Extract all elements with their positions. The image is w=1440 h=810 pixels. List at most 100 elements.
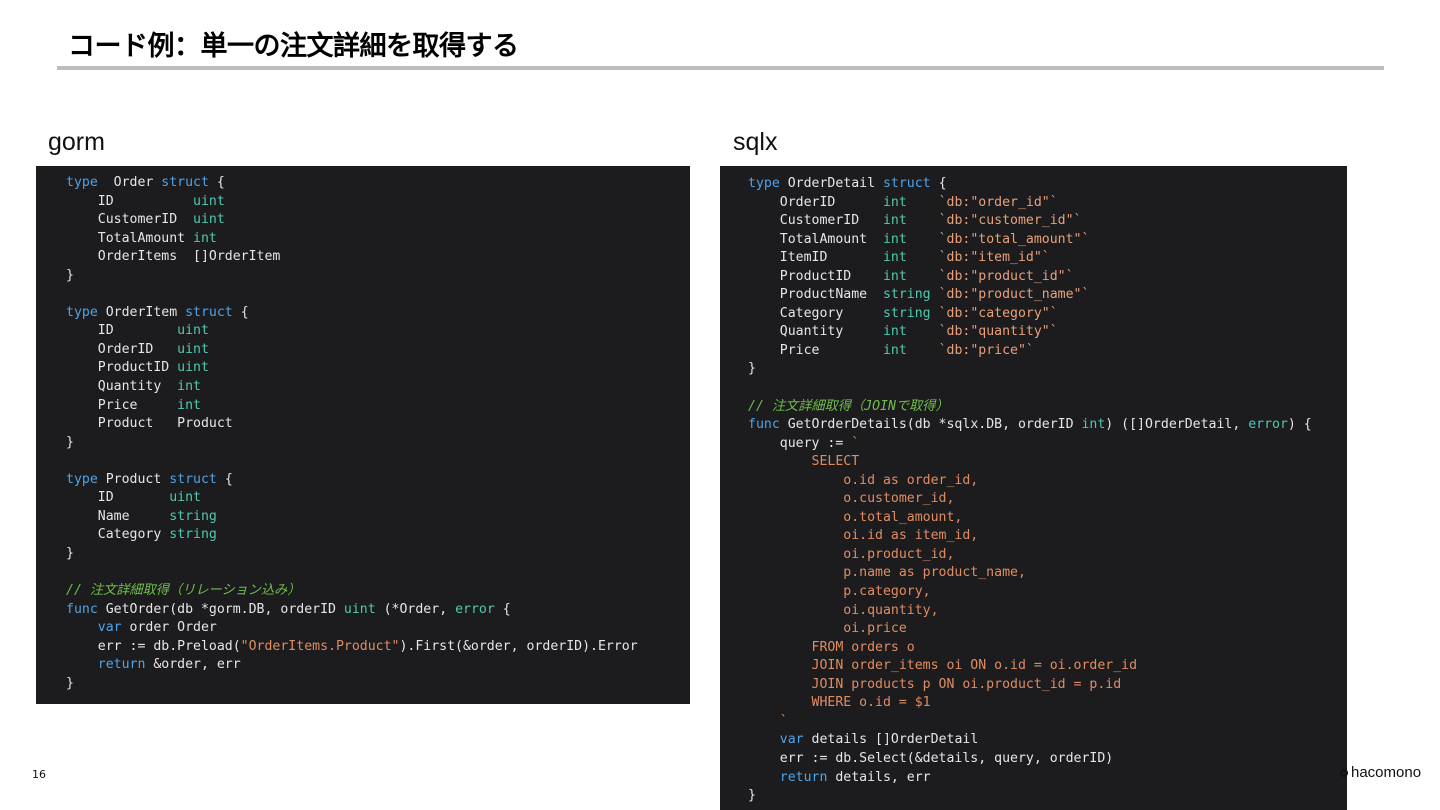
code-token: oi.price [748,621,907,637]
code-line: ProductID int `db:"product_id"` [748,268,1347,287]
code-line: err := db.Select(&details, query, orderI… [748,750,1347,769]
code-token: return [779,769,828,785]
code-line: return &order, err [66,656,690,675]
code-token: OrderDetail [779,176,883,191]
code-token: Product [97,471,170,487]
code-token: GetOrderDetails(db *sqlx.DB, orderID [779,417,1082,433]
title-divider [57,66,1384,70]
code-token: type [66,471,98,487]
code-token: `db:"order_id"` [930,194,1058,210]
code-token: oi.product_id, [748,546,955,562]
code-line: ` [748,713,1347,732]
code-line: } [748,360,1347,379]
code-token: (*Order, [375,601,456,617]
code-token: oi.id as item_id, [748,528,979,544]
code-token: string [882,287,931,303]
code-line: ProductID uint [66,359,690,378]
code-line: type OrderItem struct { [66,304,690,323]
code-token: struct [169,471,217,487]
code-line: var details []OrderDetail [748,731,1347,750]
code-token: int [193,230,217,246]
code-token: Quantity [66,379,178,395]
sqlx-code-panel: type OrderDetail struct { OrderID int `d… [720,166,1347,810]
code-token: return [97,657,146,673]
code-line: } [66,545,690,564]
code-token: o.customer_id, [748,491,955,507]
code-token: uint [177,323,209,339]
code-token: `db:"total_amount"` [930,231,1090,247]
code-token: oi.quantity, [748,602,939,618]
code-token: ProductName [748,287,883,303]
code-token: int [882,213,931,229]
slide-title: コード例：単一の注文詳細を取得する [68,31,519,62]
brand-name: hacomono [1351,764,1422,781]
code-token: query := [748,435,852,451]
code-token: int [1081,417,1106,433]
code-token: CustomerID [66,212,194,228]
code-token: TotalAmount [748,231,883,247]
code-line: type Order struct { [66,174,690,193]
code-line: TotalAmount int `db:"total_amount"` [748,231,1347,250]
code-token: // 注文詳細取得（JOINで取得） [748,398,949,414]
code-line: oi.product_id, [748,546,1347,565]
code-line: o.customer_id, [748,490,1347,509]
code-line: // 注文詳細取得（JOINで取得） [748,398,1347,417]
code-line: } [748,787,1347,806]
code-token: details []OrderDetail [803,732,979,748]
code-token: WHERE o.id = $1 [748,695,931,711]
code-line: p.category, [748,583,1347,602]
code-token: ` [748,713,788,729]
code-token: { [208,175,225,190]
code-line: Category string [66,526,690,545]
code-token: int [882,324,931,340]
code-token: string [169,508,217,524]
code-token: &order, err [145,657,241,673]
code-token: int [882,194,931,210]
code-line: oi.price [748,620,1347,639]
code-line: Category string `db:"category"` [748,305,1347,324]
code-line: query := ` [748,435,1347,454]
code-token: uint [177,360,209,376]
code-token: err := db.Select(&details, query, orderI… [748,750,1114,766]
code-token: OrderItem [97,304,186,320]
code-token: struct [185,304,233,320]
code-token: p.category, [748,584,931,600]
code-line: JOIN order_items oi ON o.id = oi.order_i… [748,657,1347,676]
code-line: OrderID int `db:"order_id"` [748,194,1347,213]
code-line: oi.id as item_id, [748,527,1347,546]
code-token: JOIN order_items oi ON o.id = oi.order_i… [748,658,1138,674]
code-token: var [779,732,804,748]
code-token: ID [66,193,194,209]
code-token: FROM orders o [748,639,915,655]
code-line: JOIN products p ON oi.product_id = p.id [748,676,1347,695]
code-line: err := db.Preload("OrderItems.Product").… [66,638,690,657]
code-line: Name string [66,508,690,527]
code-line: Product Product [66,415,690,434]
code-token: OrderItems []OrderItem [66,249,281,265]
code-token: SELECT [748,454,860,470]
code-token: var [97,620,122,636]
code-token: uint [343,601,376,617]
code-token: ) { [1287,417,1312,433]
code-token: type [66,304,98,320]
code-line: FROM orders o [748,639,1347,658]
code-token: `db:"customer_id"` [930,213,1082,229]
code-line: o.id as order_id, [748,472,1347,491]
code-token: type [748,176,780,191]
code-line: OrderID uint [66,341,690,360]
code-token: { [232,304,249,320]
code-token: { [494,601,511,617]
code-line: ID uint [66,489,690,508]
code-token: int [882,342,931,358]
code-token: } [748,361,756,377]
code-token: int [177,397,201,413]
code-token: o.id as order_id, [748,472,979,488]
